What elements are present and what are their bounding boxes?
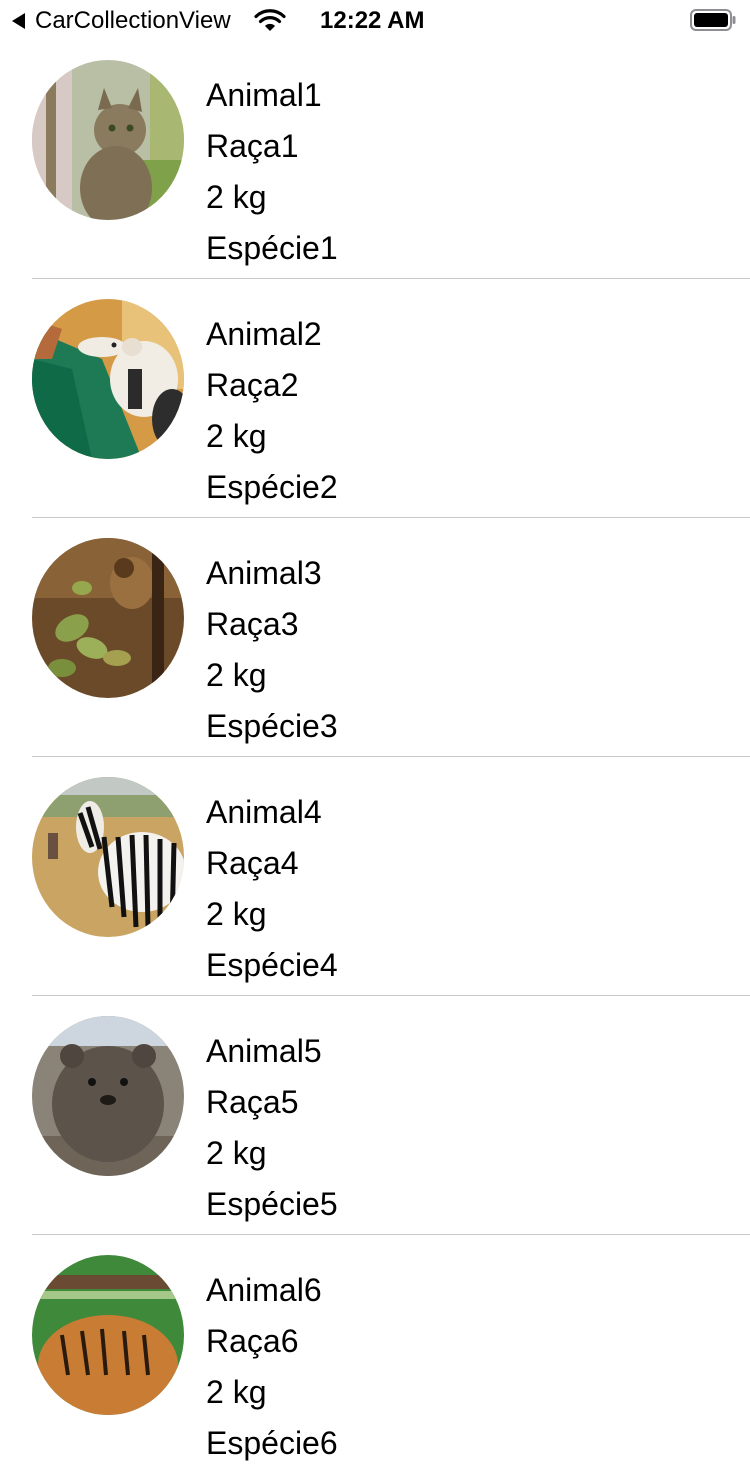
animal-photo xyxy=(32,1016,184,1176)
animal-species: Espécie6 xyxy=(206,1425,338,1461)
back-button-label: CarCollectionView xyxy=(35,7,231,34)
clock: 12:22 AM xyxy=(320,7,425,34)
animal-name: Animal6 xyxy=(206,1272,322,1308)
animal-breed: Raça6 xyxy=(206,1323,299,1359)
list-item[interactable]: Animal1 Raça1 2 kg Espécie1 xyxy=(0,40,750,279)
animal-name: Animal5 xyxy=(206,1033,322,1069)
animal-photo xyxy=(32,777,184,937)
list-item[interactable]: Animal5 Raça5 2 kg Espécie5 xyxy=(0,996,750,1235)
animal-species: Espécie3 xyxy=(206,708,338,744)
animal-weight: 2 kg xyxy=(206,418,267,454)
wifi-icon xyxy=(254,9,286,31)
animal-photo xyxy=(32,299,184,459)
battery-icon xyxy=(690,9,736,31)
animal-name: Animal3 xyxy=(206,555,322,591)
animal-weight: 2 kg xyxy=(206,1374,267,1410)
animal-list[interactable]: Animal1 Raça1 2 kg Espécie1 Animal2 Raça… xyxy=(0,40,750,1474)
animal-species: Espécie1 xyxy=(206,230,338,266)
animal-weight: 2 kg xyxy=(206,179,267,215)
status-bar: CarCollectionView 12:22 AM xyxy=(0,0,750,40)
animal-photo xyxy=(32,538,184,698)
list-item[interactable]: Animal3 Raça3 2 kg Espécie3 xyxy=(0,518,750,757)
animal-breed: Raça3 xyxy=(206,606,299,642)
animal-breed: Raça1 xyxy=(206,128,299,164)
animal-photo xyxy=(32,1255,184,1415)
animal-species: Espécie5 xyxy=(206,1186,338,1222)
animal-breed: Raça2 xyxy=(206,367,299,403)
animal-name: Animal2 xyxy=(206,316,322,352)
animal-name: Animal1 xyxy=(206,77,322,113)
animal-weight: 2 kg xyxy=(206,1135,267,1171)
animal-species: Espécie4 xyxy=(206,947,338,983)
animal-photo xyxy=(32,60,184,220)
animal-breed: Raça4 xyxy=(206,845,299,881)
animal-breed: Raça5 xyxy=(206,1084,299,1120)
animal-species: Espécie2 xyxy=(206,469,338,505)
list-item[interactable]: Animal6 Raça6 2 kg Espécie6 xyxy=(0,1235,750,1474)
list-item[interactable]: Animal4 Raça4 2 kg Espécie4 xyxy=(0,757,750,996)
animal-weight: 2 kg xyxy=(206,657,267,693)
back-arrow-icon xyxy=(12,13,25,29)
animal-name: Animal4 xyxy=(206,794,322,830)
animal-weight: 2 kg xyxy=(206,896,267,932)
back-button[interactable]: CarCollectionView xyxy=(12,6,231,36)
list-item[interactable]: Animal2 Raça2 2 kg Espécie2 xyxy=(0,279,750,518)
